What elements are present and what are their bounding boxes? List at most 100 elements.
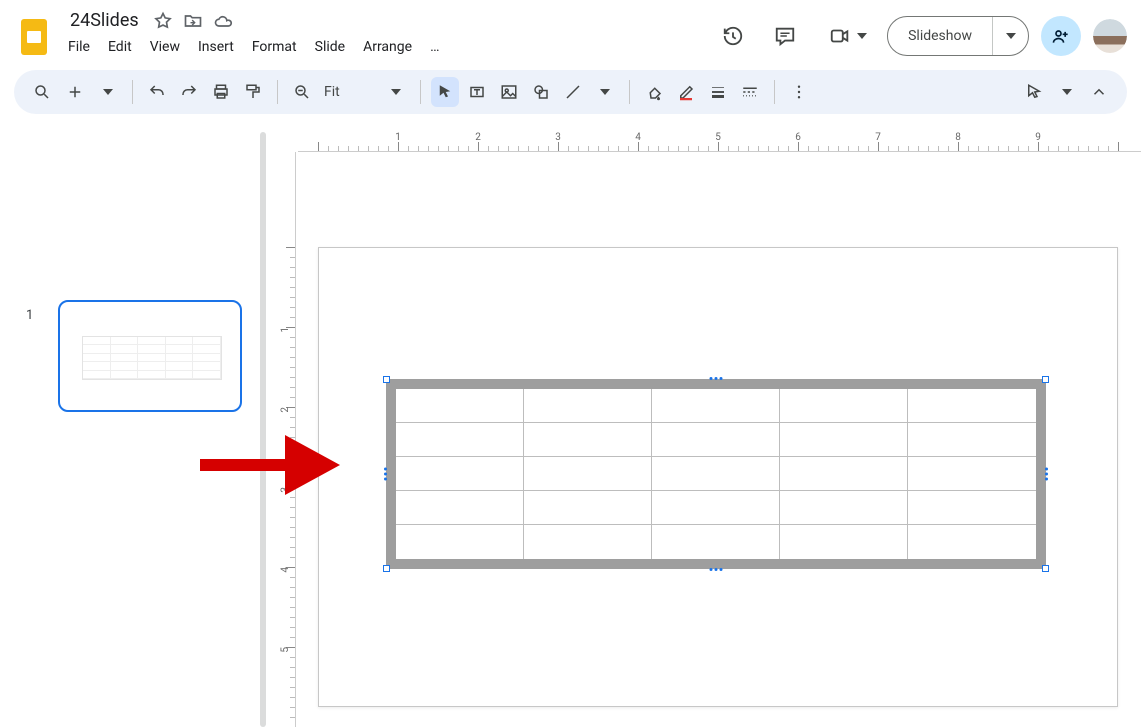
ruler-h-label: 2 (475, 132, 481, 143)
border-dash-icon[interactable] (736, 77, 764, 107)
workspace: 1 123456789 12345 (0, 132, 1141, 727)
table-cell[interactable] (780, 389, 908, 423)
line-tool-dropdown[interactable] (591, 77, 619, 107)
table-cell[interactable] (652, 491, 780, 525)
account-avatar[interactable] (1093, 19, 1127, 53)
image-tool-icon[interactable] (495, 77, 523, 107)
share-button[interactable] (1041, 16, 1081, 56)
document-title[interactable]: 24Slides (66, 8, 143, 33)
slide-number: 1 (26, 308, 33, 323)
menu-view[interactable]: View (142, 35, 188, 59)
print-icon[interactable] (207, 77, 235, 107)
col-insert-handle-bottom[interactable] (710, 568, 723, 571)
table-cell[interactable] (908, 457, 1036, 491)
ruler-v-label: 4 (281, 567, 292, 573)
slideshow-dropdown[interactable] (992, 17, 1028, 55)
fill-color-icon[interactable] (640, 77, 668, 107)
resize-handle-tl[interactable] (383, 376, 390, 383)
cloud-saved-icon[interactable] (213, 11, 233, 31)
select-tool-icon[interactable] (431, 77, 459, 107)
table-cell[interactable] (780, 457, 908, 491)
table-cell[interactable] (780, 491, 908, 525)
table-cell[interactable] (524, 525, 652, 559)
horizontal-ruler[interactable]: 123456789 (298, 132, 1141, 152)
undo-icon[interactable] (143, 77, 171, 107)
table-cell[interactable] (396, 457, 524, 491)
menu-insert[interactable]: Insert (190, 35, 242, 59)
table-cell[interactable] (524, 491, 652, 525)
table-cell[interactable] (652, 457, 780, 491)
history-icon[interactable] (713, 16, 753, 56)
table-cell[interactable] (396, 491, 524, 525)
zoom-level[interactable]: Fit (320, 84, 348, 100)
paint-format-icon[interactable] (239, 77, 267, 107)
table-cell[interactable] (908, 491, 1036, 525)
resize-handle-bl[interactable] (383, 565, 390, 572)
border-weight-icon[interactable] (704, 77, 732, 107)
pointer-mode-icon[interactable] (1019, 77, 1049, 107)
more-tools-icon[interactable] (785, 77, 813, 107)
table-cell[interactable] (652, 525, 780, 559)
table-cell[interactable] (524, 457, 652, 491)
row-insert-handle-right[interactable] (1045, 468, 1048, 481)
separator (774, 80, 775, 104)
slide-thumbnail-1[interactable] (58, 300, 242, 412)
line-tool-icon[interactable] (559, 77, 587, 107)
ruler-h-label: 7 (875, 132, 881, 143)
table-cell[interactable] (396, 525, 524, 559)
table-cell[interactable] (908, 389, 1036, 423)
col-insert-handle-top[interactable] (710, 377, 723, 380)
table-grid[interactable] (396, 389, 1036, 559)
table-cell[interactable] (908, 525, 1036, 559)
table-cell[interactable] (780, 525, 908, 559)
toolbar: Fit (14, 70, 1127, 114)
redo-icon[interactable] (175, 77, 203, 107)
ruler-h-label: 1 (395, 132, 401, 143)
panel-splitter[interactable] (258, 132, 268, 727)
move-folder-icon[interactable] (183, 11, 203, 31)
slideshow-button[interactable]: Slideshow (888, 17, 992, 55)
vertical-ruler[interactable]: 12345 (276, 152, 296, 727)
table-cell[interactable] (652, 389, 780, 423)
table-cell[interactable] (652, 423, 780, 457)
new-slide-dropdown[interactable] (94, 77, 122, 107)
menu-file[interactable]: File (60, 35, 98, 59)
ruler-h-label: 5 (715, 132, 721, 143)
star-icon[interactable] (153, 11, 173, 31)
menubar: File Edit View Insert Format Slide Arran… (60, 35, 447, 59)
table-cell[interactable] (908, 423, 1036, 457)
menu-arrange[interactable]: Arrange (355, 35, 420, 59)
separator (629, 80, 630, 104)
menu-slide[interactable]: Slide (307, 35, 353, 59)
separator (277, 80, 278, 104)
zoom-dropdown[interactable] (382, 77, 410, 107)
table-cell[interactable] (780, 423, 908, 457)
zoom-icon[interactable] (288, 77, 316, 107)
ruler-h-label: 6 (795, 132, 801, 143)
selected-table[interactable] (386, 379, 1046, 569)
slides-app-icon[interactable] (14, 12, 54, 62)
menu-edit[interactable]: Edit (100, 35, 140, 59)
menu-format[interactable]: Format (244, 35, 305, 59)
table-cell[interactable] (524, 389, 652, 423)
title-area: 24Slides File Edit View Insert Format Sl… (66, 8, 447, 59)
titlebar-actions: Slideshow (713, 16, 1127, 56)
shape-tool-icon[interactable] (527, 77, 555, 107)
new-slide-button[interactable] (60, 77, 90, 107)
meet-button[interactable] (817, 16, 875, 56)
comments-icon[interactable] (765, 16, 805, 56)
ruler-v-label: 3 (281, 487, 292, 493)
resize-handle-br[interactable] (1042, 565, 1049, 572)
search-tool-icon[interactable] (28, 77, 56, 107)
collapse-toolbar-icon[interactable] (1085, 77, 1113, 107)
table-cell[interactable] (396, 423, 524, 457)
table-cell[interactable] (396, 389, 524, 423)
ruler-v-label: 2 (281, 407, 292, 413)
table-cell[interactable] (524, 423, 652, 457)
textbox-tool-icon[interactable] (463, 77, 491, 107)
row-insert-handle-left[interactable] (384, 468, 387, 481)
menu-more[interactable]: … (422, 35, 447, 59)
pointer-mode-dropdown[interactable] (1053, 77, 1081, 107)
resize-handle-tr[interactable] (1042, 376, 1049, 383)
border-color-icon[interactable] (672, 77, 700, 107)
